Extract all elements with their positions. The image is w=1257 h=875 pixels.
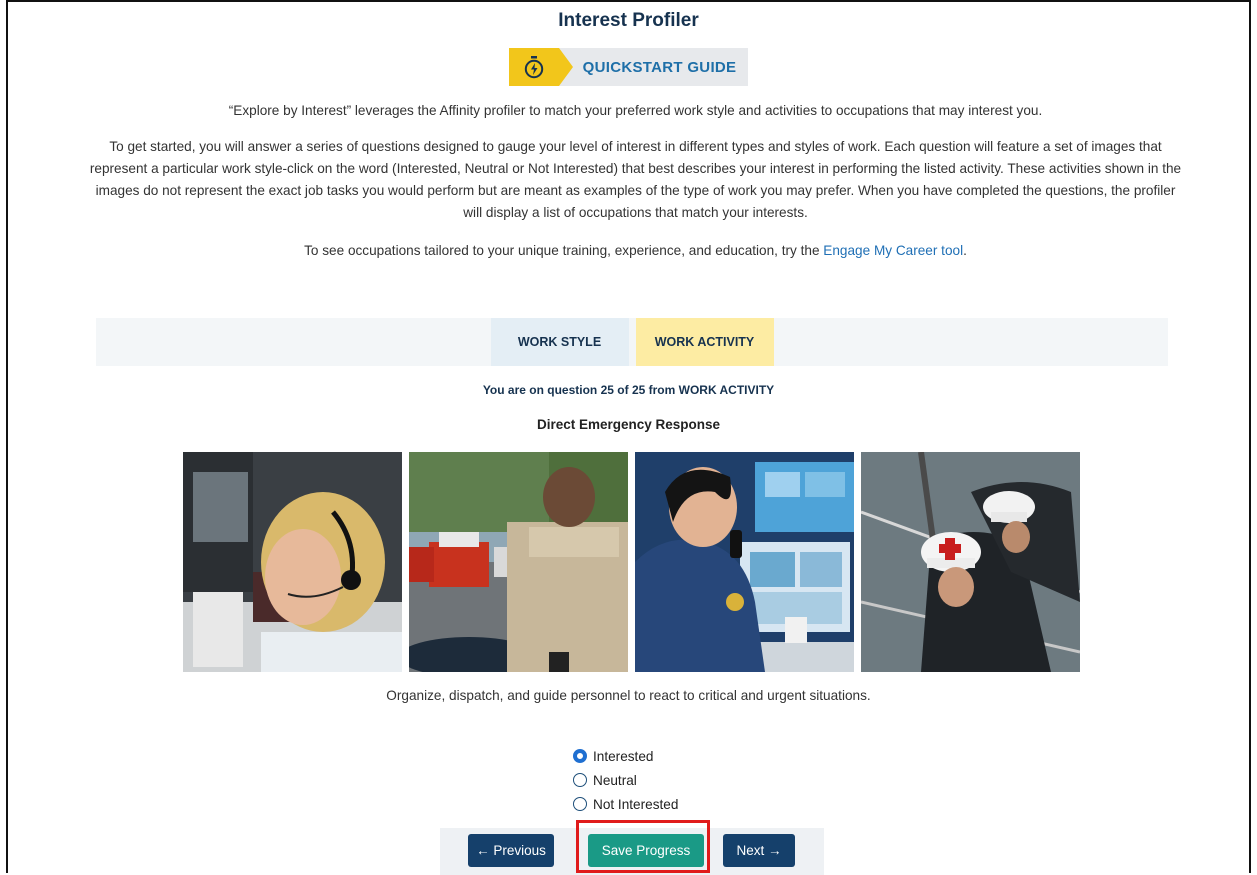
quickstart-label: QUICKSTART GUIDE	[558, 48, 749, 86]
quickstart-guide-button[interactable]: QUICKSTART GUIDE	[508, 48, 749, 86]
radio-interested[interactable]	[573, 749, 587, 763]
question-images	[183, 452, 1081, 672]
option-neutral[interactable]: Neutral	[573, 768, 678, 792]
previous-button[interactable]: ← Previous	[468, 834, 554, 867]
option-interested[interactable]: Interested	[573, 744, 678, 768]
quickstart-wrap: QUICKSTART GUIDE	[8, 48, 1249, 86]
radio-neutral[interactable]	[573, 773, 587, 787]
intro-paragraph-3: To see occupations tailored to your uniq…	[88, 240, 1183, 262]
dispatcher-headset-image	[183, 452, 402, 672]
tab-work-activity[interactable]: WORK ACTIVITY	[635, 318, 774, 366]
page-title: Interest Profiler	[558, 10, 699, 31]
medics-hardhats-image	[861, 452, 1080, 672]
question-title: Direct Emergency Response	[536, 417, 721, 432]
intro-paragraph-3-text: To see occupations tailored to your uniq…	[304, 243, 824, 258]
question-progress: You are on question 25 of 25 from WORK A…	[482, 383, 775, 397]
stopwatch-icon	[508, 48, 573, 86]
intro-paragraph-1: “Explore by Interest” leverages the Affi…	[228, 103, 1043, 118]
interest-options: Interested Neutral Not Interested	[573, 744, 678, 816]
option-label: Neutral	[593, 772, 637, 788]
page-frame: Interest Profiler QUICKSTART GUIDE “Expl…	[6, 0, 1251, 875]
category-tabs: WORK STYLE WORK ACTIVITY	[96, 318, 1168, 366]
option-not-interested[interactable]: Not Interested	[573, 792, 678, 816]
question-description: Organize, dispatch, and guide personnel …	[386, 688, 871, 703]
intro-paragraph-2: To get started, you will answer a series…	[89, 139, 1182, 220]
engage-my-career-link[interactable]: Engage My Career tool	[823, 243, 963, 258]
officer-fire-scene-image	[409, 452, 628, 672]
radio-not-interested[interactable]	[573, 797, 587, 811]
tab-work-style[interactable]: WORK STYLE	[490, 318, 629, 366]
intro-paragraph-3-suffix: .	[963, 243, 967, 258]
navigation-bar: ← Previous Save Progress Next →	[440, 828, 824, 875]
operator-radio-monitors-image	[635, 452, 854, 672]
option-label: Not Interested	[593, 796, 679, 812]
next-button[interactable]: Next →	[723, 834, 795, 867]
save-progress-button[interactable]: Save Progress	[588, 834, 704, 867]
option-label: Interested	[593, 748, 654, 764]
